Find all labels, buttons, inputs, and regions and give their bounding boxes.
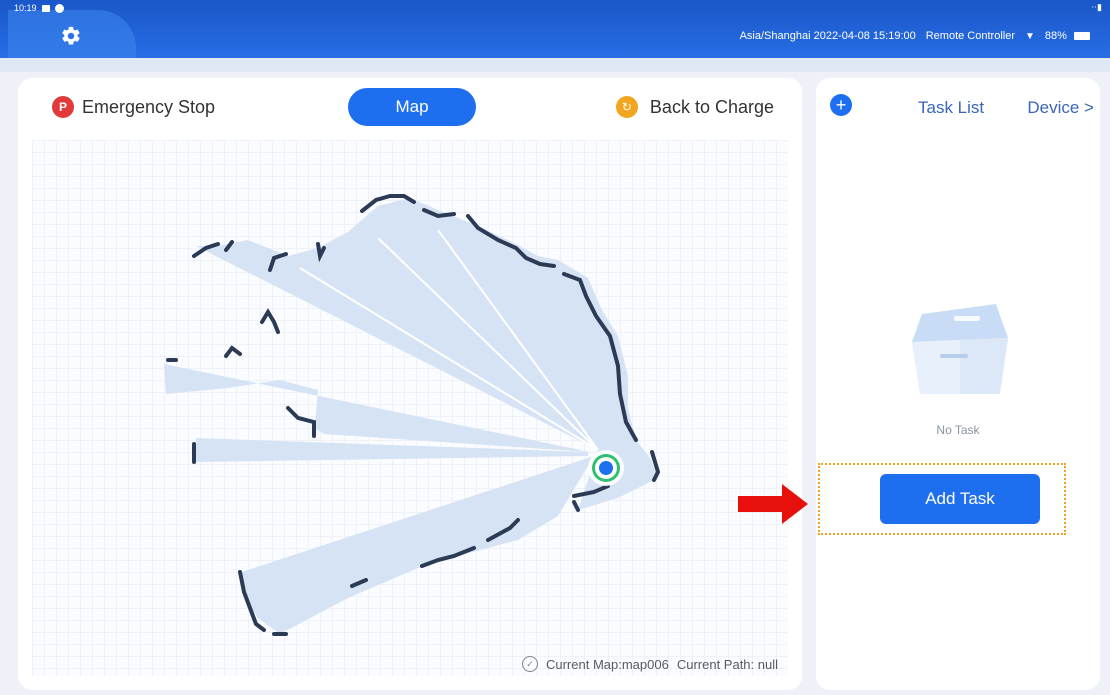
status-bar-left: 10:19	[14, 3, 64, 13]
notification-icon	[41, 4, 50, 12]
wifi-icon: ▼	[1025, 30, 1035, 42]
signal-icon: ⋅⋅▮	[1091, 2, 1102, 12]
map-panel: P Emergency Stop Map ↻ Back to Charge ✓ …	[18, 78, 802, 690]
battery-percent: 88%	[1044, 30, 1067, 42]
battery-icon	[1074, 32, 1090, 41]
battery-status: 88%	[1045, 30, 1090, 42]
highlight-box	[818, 463, 1066, 535]
status-time: 10:19	[14, 3, 37, 13]
mode-label: Remote Controller	[925, 30, 1015, 42]
timezone-datetime: Asia/Shanghai 2022-04-08 15:19:00	[739, 30, 916, 42]
robot-position-icon[interactable]	[588, 450, 624, 486]
current-map: Current Map:map006	[545, 656, 669, 672]
lidar-map[interactable]	[18, 78, 802, 690]
sync-icon	[54, 3, 64, 13]
current-path: Current Path: null	[676, 656, 778, 672]
empty-box-icon	[912, 304, 1008, 394]
arrow-right-icon	[738, 484, 808, 524]
task-panel: + Task List Device > No Task Add Task	[816, 78, 1100, 690]
add-icon[interactable]: +	[830, 94, 852, 116]
device-link[interactable]: Device >	[1027, 98, 1094, 118]
gear-icon[interactable]	[58, 23, 84, 49]
header-info: Asia/Shanghai 2022-04-08 15:19:00 Remote…	[740, 30, 1090, 42]
no-task-text: No Task	[936, 423, 980, 437]
scanned-area	[164, 198, 658, 634]
map-status-footer: ✓ Current Map:map006 Current Path: null	[521, 656, 778, 672]
task-list-link[interactable]: Task List	[918, 98, 984, 118]
header-underlay	[0, 58, 1110, 72]
map-info-icon: ✓	[521, 656, 538, 672]
